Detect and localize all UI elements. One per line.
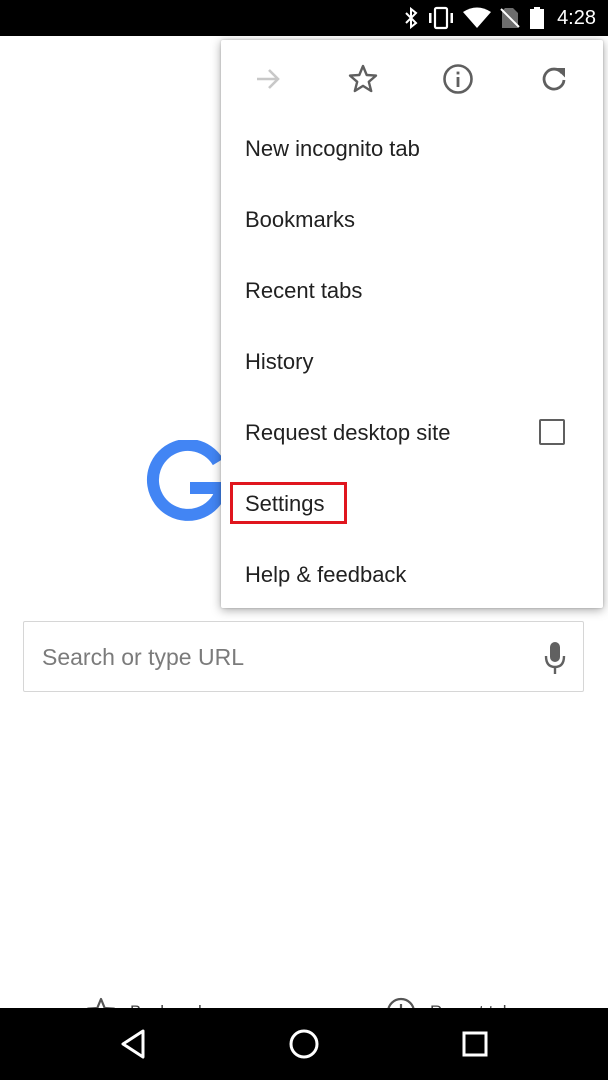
menu-item-history[interactable]: History xyxy=(221,326,603,397)
menu-item-settings[interactable]: Settings xyxy=(221,468,603,539)
menu-item-label: History xyxy=(245,348,314,374)
mic-icon[interactable] xyxy=(543,641,567,675)
overflow-menu: New incognito tab Bookmarks Recent tabs … xyxy=(221,40,603,608)
google-logo xyxy=(146,440,230,521)
battery-icon xyxy=(530,7,544,29)
menu-item-request-desktop-site[interactable]: Request desktop site xyxy=(221,397,603,468)
wifi-icon xyxy=(463,7,491,28)
recents-icon[interactable] xyxy=(457,1026,493,1062)
status-bar: 4:28 xyxy=(0,0,608,36)
clock-time: 4:28 xyxy=(557,7,596,29)
menu-item-recent-tabs[interactable]: Recent tabs xyxy=(221,255,603,326)
desktop-site-checkbox[interactable] xyxy=(539,419,565,445)
forward-icon xyxy=(257,69,280,89)
no-sim-icon xyxy=(500,8,520,28)
menu-item-label: Bookmarks xyxy=(245,206,356,232)
home-icon[interactable] xyxy=(286,1026,322,1062)
menu-item-label: Request desktop site xyxy=(245,419,451,445)
info-icon xyxy=(443,64,473,94)
menu-item-label: Recent tabs xyxy=(245,277,363,303)
bookmark-button[interactable] xyxy=(346,62,380,96)
menu-item-label: Help & feedback xyxy=(245,561,407,587)
forward-button[interactable] xyxy=(251,62,285,96)
vibrate-icon xyxy=(429,6,453,30)
menu-item-label: New incognito tab xyxy=(245,135,420,161)
menu-item-new-incognito-tab[interactable]: New incognito tab xyxy=(221,113,603,184)
system-nav-bar xyxy=(0,1008,608,1080)
back-icon[interactable] xyxy=(116,1026,152,1062)
star-icon xyxy=(348,64,378,93)
menu-item-bookmarks[interactable]: Bookmarks xyxy=(221,184,603,255)
reload-button[interactable] xyxy=(537,62,571,96)
menu-icon-row xyxy=(221,40,603,116)
menu-item-label: Settings xyxy=(245,490,325,516)
search-placeholder: Search or type URL xyxy=(42,644,244,670)
menu-item-help-feedback[interactable]: Help & feedback xyxy=(221,539,603,610)
search-box[interactable]: Search or type URL xyxy=(23,621,584,692)
reload-icon xyxy=(542,67,566,91)
page-info-button[interactable] xyxy=(441,62,475,96)
bluetooth-icon xyxy=(405,6,418,30)
screen: 4:28 Search or type URL Bookmarks xyxy=(0,0,608,1080)
